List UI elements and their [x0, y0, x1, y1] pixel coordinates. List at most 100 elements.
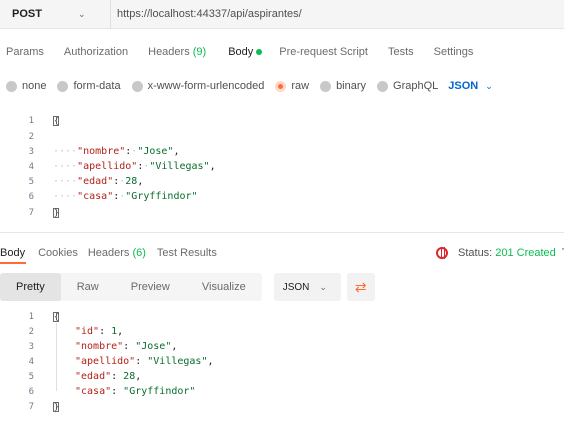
response-format-select[interactable]: JSON ⌄: [273, 273, 341, 301]
tab-response-headers-label: Headers: [87, 247, 130, 259]
line-number: 7: [28, 401, 34, 412]
code-text: "nombre": "Jose",: [75, 341, 178, 352]
code-line: 2 "id": 1,: [0, 325, 564, 338]
response-tabs: Body Cookies Headers (6) Test Results: [0, 244, 217, 262]
radio-form-data[interactable]: form-data: [57, 80, 121, 92]
radio-circle-icon: [377, 80, 389, 92]
status-label: Status:: [458, 247, 493, 259]
line-number: 5: [28, 371, 34, 382]
radio-label: GraphQL: [393, 80, 439, 92]
json-value: "Jose": [135, 341, 172, 352]
json-value: "Gryffindor": [125, 191, 198, 202]
radio-label: binary: [336, 80, 367, 92]
radio-circle-icon: [320, 80, 332, 92]
response-toolbar: Pretty Raw Preview Visualize JSON ⌄ ⇄: [0, 273, 564, 301]
line-number: 7: [28, 207, 34, 218]
method-select[interactable]: POST ⌄: [0, 0, 111, 29]
json-value: 28: [125, 176, 138, 187]
tab-params[interactable]: Params: [6, 46, 44, 58]
tab-response-headers-count: (6): [132, 247, 146, 259]
globe-icon[interactable]: [436, 247, 448, 259]
tab-response-headers[interactable]: Headers (6): [88, 247, 146, 259]
line-number: 3: [28, 341, 34, 352]
tab-tests[interactable]: Tests: [388, 46, 414, 58]
view-preview[interactable]: Preview: [115, 273, 186, 301]
radio-label: raw: [291, 80, 310, 92]
line-number: 6: [28, 386, 34, 397]
json-value: "Jose": [137, 146, 174, 157]
json-key: "casa": [75, 386, 112, 397]
code-text: "edad": 28,: [75, 371, 142, 382]
radio-x-www-form-urlencoded[interactable]: x-www-form-urlencoded: [131, 80, 265, 92]
code-text: {: [53, 311, 59, 322]
json-key: "nombre": [75, 341, 124, 352]
response-body-viewer[interactable]: 1{ 2 "id": 1, 3 "nombre": "Jose", 4 "apelli…: [0, 310, 564, 422]
response-format-label: JSON: [282, 281, 310, 293]
view-visualize[interactable]: Visualize: [186, 273, 262, 301]
line-number: 6: [28, 191, 34, 202]
code-line: 5 ····"edad":·28,: [0, 175, 564, 188]
code-line: 3 "nombre": "Jose",: [0, 340, 564, 353]
json-key: "casa": [77, 191, 114, 202]
method-label: POST: [12, 8, 42, 20]
code-line: 1{: [0, 310, 564, 323]
radio-selected-icon: [275, 80, 287, 92]
request-body-editor[interactable]: 1{ 2 3 ····"nombre":·"Jose", 4 ····"apelli…: [0, 112, 564, 233]
code-line: 5 "edad": 28,: [0, 370, 564, 383]
body-format-label: JSON: [448, 80, 479, 92]
request-tabs: Params Authorization Headers (9) Body Pr…: [0, 40, 473, 64]
tab-test-results[interactable]: Test Results: [157, 247, 217, 259]
code-text: }: [53, 207, 59, 218]
tab-body[interactable]: Body: [228, 46, 263, 58]
code-line: 6 "casa": "Gryffindor": [0, 385, 564, 398]
code-line: 7}: [0, 206, 564, 219]
tab-authorization[interactable]: Authorization: [64, 46, 128, 58]
json-key: "apellido": [77, 161, 138, 172]
url-input[interactable]: https://localhost:44337/api/aspirantes/: [111, 8, 302, 20]
radio-label: x-www-form-urlencoded: [147, 80, 265, 92]
json-value: "Gryffindor": [123, 386, 196, 397]
code-text: }: [53, 401, 59, 412]
radio-graphql[interactable]: GraphQL: [377, 80, 438, 92]
tab-settings[interactable]: Settings: [434, 46, 474, 58]
code-line: 4 "apellido": "Villegas",: [0, 355, 564, 368]
chevron-down-icon: ⌄: [485, 81, 493, 91]
radio-circle-icon: [6, 80, 17, 92]
radio-binary[interactable]: binary: [320, 80, 366, 92]
radio-raw[interactable]: raw: [275, 80, 309, 92]
json-key: "nombre": [77, 146, 126, 157]
view-pretty[interactable]: Pretty: [0, 273, 61, 301]
line-number: 4: [28, 356, 34, 367]
body-format-select[interactable]: JSON ⌄: [448, 80, 493, 92]
wrap-lines-icon[interactable]: ⇄: [346, 273, 375, 301]
code-text: ····"casa":·"Gryffindor": [53, 191, 198, 202]
tab-headers[interactable]: Headers (9): [148, 46, 206, 58]
view-raw[interactable]: Raw: [61, 273, 115, 301]
body-type-options: none form-data x-www-form-urlencoded raw…: [6, 78, 493, 94]
tab-cookies[interactable]: Cookies: [38, 247, 78, 259]
status-value[interactable]: 201 Created: [495, 247, 556, 259]
json-value: 28: [123, 371, 136, 382]
tab-headers-label: Headers: [148, 46, 190, 58]
json-value: "Villegas": [147, 356, 208, 367]
line-number: 2: [28, 326, 34, 337]
line-number: 4: [28, 161, 34, 172]
request-url-bar: POST ⌄ https://localhost:44337/api/aspir…: [0, 0, 564, 29]
radio-label: form-data: [73, 80, 121, 92]
code-line: 1{: [0, 114, 564, 127]
response-view-tabs: Pretty Raw Preview Visualize: [0, 273, 262, 301]
radio-none[interactable]: none: [6, 80, 46, 92]
json-key: "edad": [75, 371, 112, 382]
tab-pre-request-script[interactable]: Pre-request Script: [279, 46, 368, 58]
tab-response-body[interactable]: Body: [0, 247, 25, 259]
radio-circle-icon: [57, 80, 69, 92]
open-brace: {: [53, 116, 59, 126]
close-brace: }: [53, 402, 59, 412]
line-number: 5: [28, 176, 34, 187]
json-key: "apellido": [75, 356, 136, 367]
json-key: "id": [75, 326, 100, 337]
json-value: "Villegas": [149, 161, 210, 172]
active-tab-indicator: [0, 262, 26, 264]
code-text: ····"nombre":·"Jose",: [53, 146, 180, 157]
code-text: ····"edad":·28,: [53, 176, 144, 187]
